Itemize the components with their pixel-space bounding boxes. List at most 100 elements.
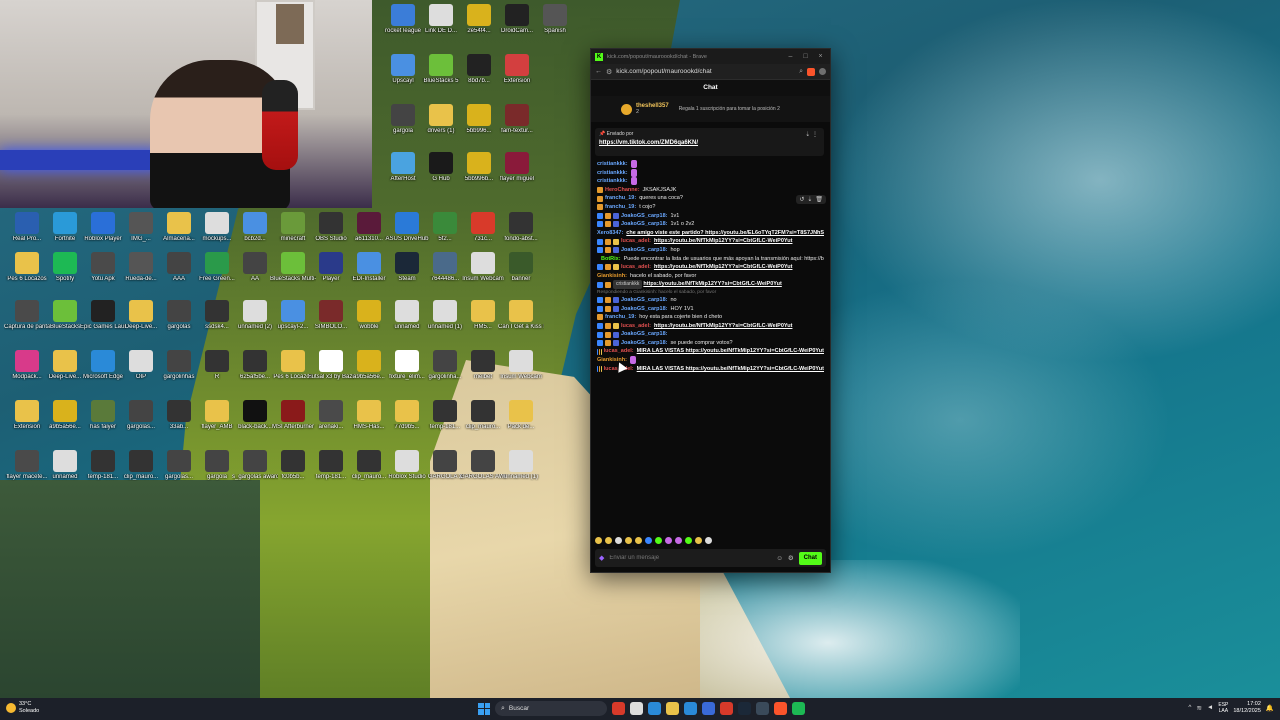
quick-emote-icon[interactable]: [665, 537, 672, 544]
reply-icon[interactable]: ↺: [799, 196, 804, 203]
top-gifter-name[interactable]: theshell357: [636, 103, 669, 109]
chat-message[interactable]: Xero8347: che amigo viste este partido? h…: [597, 229, 824, 238]
close-icon[interactable]: ×: [815, 53, 826, 60]
chat-username[interactable]: lucas_adel:: [604, 347, 634, 356]
window-titlebar[interactable]: K kick.com/popout/mauroookd/chat - Brave…: [591, 49, 830, 64]
clock[interactable]: 17:02 18/12/2025: [1233, 701, 1261, 714]
chat-username[interactable]: cristiankkk:: [597, 160, 628, 169]
pinned-link[interactable]: https://vm.tiktok.com/ZMD6qa6KN/: [599, 140, 820, 146]
system-tray[interactable]: ^ ≋ ◄ ESP LAA 17:02 18/12/2025 🔔: [1188, 701, 1274, 714]
maximize-icon[interactable]: □: [800, 53, 811, 60]
chat-message-link[interactable]: che amigo viste este partido? https://yo…: [626, 229, 824, 238]
language-indicator[interactable]: ESP LAA: [1218, 702, 1228, 714]
chat-username[interactable]: cristiankkk:: [597, 169, 628, 178]
gift-prompt[interactable]: Regala 1 suscripción para tomar la posic…: [679, 106, 780, 112]
desktop-icon[interactable]: Spanish: [532, 4, 578, 35]
chat-username[interactable]: franchu_19:: [605, 313, 636, 322]
chat-message-link[interactable]: https://youtu.be/NfTkMip12YY?si=CbtGfLC-…: [643, 280, 781, 289]
chat-username[interactable]: Xero8347:: [597, 229, 623, 238]
chat-message[interactable]: JoakoGS_carp18: hop: [597, 246, 824, 255]
pin-controls[interactable]: ⇣ ⋮: [805, 131, 818, 138]
chat-message[interactable]: JoakoGS_carp18: 1v1: [597, 212, 824, 221]
taskbar-center[interactable]: ⌕ Buscar: [478, 701, 805, 716]
desktop-icon[interactable]: Pack de...: [498, 400, 544, 431]
chat-message[interactable]: JoakoGS_carp18: no: [597, 296, 824, 305]
chat-username[interactable]: franchu_19:: [605, 203, 636, 212]
emote-picker-icon[interactable]: ◆: [599, 554, 604, 562]
chat-message[interactable]: cristiankkk https://youtu.be/NfTkMip12YY?…: [597, 280, 824, 289]
chat-message[interactable]: franchu_19: hoy esta para cojerte bien d …: [597, 313, 824, 322]
quick-emote-icon[interactable]: [695, 537, 702, 544]
chat-message[interactable]: lucas_adel: https://youtu.be/NfTkMip12YY?…: [597, 322, 824, 331]
chat-username[interactable]: franchu_19:: [605, 194, 636, 203]
windows-start-icon[interactable]: [478, 702, 490, 715]
chat-message[interactable]: JoakoGS_carp18:: [597, 330, 824, 339]
desktop-icon[interactable]: banner: [498, 252, 544, 283]
chat-username[interactable]: JoakoGS_carp18:: [621, 305, 667, 314]
quick-emote-icon[interactable]: [705, 537, 712, 544]
taskbar-app-icon[interactable]: [756, 702, 769, 715]
emote-quickbar[interactable]: [595, 537, 712, 544]
chat-username[interactable]: lucas_adel:: [621, 263, 651, 272]
desktop-icon[interactable]: fondo-abst...: [498, 212, 544, 243]
quick-emote-icon[interactable]: [635, 537, 642, 544]
chat-username[interactable]: HeroChanne:: [605, 186, 640, 195]
pin-message-icon[interactable]: ⇣: [807, 196, 812, 203]
taskbar-app-icon[interactable]: [648, 702, 661, 715]
chat-message[interactable]: cristiankkk:: [597, 160, 824, 169]
extension-icon[interactable]: [819, 68, 826, 75]
desktop-icon[interactable]: Can I Get a Kiss Mauroo: [498, 300, 544, 331]
chat-message[interactable]: lucas_adel: MIRA LAS VISTAS https://youtu…: [597, 365, 824, 374]
back-arrow-icon[interactable]: ←: [595, 68, 602, 75]
unpin-icon[interactable]: ⇣: [805, 132, 810, 138]
url-text[interactable]: kick.com/popout/mauroookd/chat: [616, 68, 795, 75]
desktop-icon[interactable]: Insum Webcam: [498, 350, 544, 381]
quick-emote-icon[interactable]: [645, 537, 652, 544]
send-chat-button[interactable]: Chat: [798, 551, 822, 565]
chat-input-row[interactable]: ◆ ☺ ⚙ Chat: [595, 549, 826, 567]
chat-messages[interactable]: cristiankkk: cristiankkk: cristiankkk: Hero…: [591, 156, 830, 373]
notifications-icon[interactable]: 🔔: [1266, 704, 1274, 712]
desktop-icon[interactable]: Extension: [494, 54, 540, 85]
chat-message[interactable]: HeroChanne: JKSAKJSAJK: [597, 186, 824, 195]
quick-emote-icon[interactable]: [675, 537, 682, 544]
delete-icon[interactable]: 🗑: [815, 196, 823, 203]
chat-username[interactable]: JoakoGS_carp18:: [621, 339, 667, 348]
desktop-icon[interactable]: flayer miguel: [494, 152, 540, 183]
chat-message-link[interactable]: MIRA LAS VISTAS https://youtu.be/NfTkMip…: [637, 347, 824, 356]
weather-widget[interactable]: 33°C Soleado: [6, 701, 39, 714]
quick-emote-icon[interactable]: [605, 537, 612, 544]
taskbar-app-icon[interactable]: [774, 702, 787, 715]
quick-emote-icon[interactable]: [655, 537, 662, 544]
chat-message-link[interactable]: https://youtu.be/NfTkMip12YY?si=CbtGfLC-…: [654, 237, 792, 246]
chat-username[interactable]: cristiankkk:: [597, 177, 628, 186]
quick-emote-icon[interactable]: [625, 537, 632, 544]
taskbar-app-icon[interactable]: [684, 702, 697, 715]
brave-lion-icon[interactable]: [807, 67, 815, 76]
chat-message-input[interactable]: [609, 555, 772, 561]
taskbar-app-icon[interactable]: [630, 702, 643, 715]
emoji-icon[interactable]: ☺: [776, 555, 783, 562]
chat-username[interactable]: JoakoGS_carp18:: [621, 246, 667, 255]
taskbar-search[interactable]: ⌕ Buscar: [495, 701, 607, 716]
chat-username[interactable]: JoakoGS_carp18:: [621, 296, 667, 305]
minimize-icon[interactable]: –: [785, 53, 796, 60]
chat-username[interactable]: JoakoGS_carp18:: [621, 330, 667, 339]
chat-message[interactable]: franchu_19: queres una coca?: [597, 194, 824, 203]
site-info-icon[interactable]: ⚙: [606, 68, 612, 76]
chat-message[interactable]: cristiankkk:: [597, 168, 824, 178]
taskbar-app-icon[interactable]: [612, 702, 625, 715]
chat-username[interactable]: lucas_adel:: [621, 322, 651, 331]
tray-overflow-icon[interactable]: ^: [1188, 704, 1191, 711]
chat-message[interactable]: JoakoGS_carp18: HOY 1V1: [597, 305, 824, 314]
wifi-icon[interactable]: ≋: [1196, 704, 1201, 712]
settings-icon[interactable]: ⚙: [788, 554, 794, 562]
pinned-message[interactable]: 📌 Enviado por https://vm.tiktok.com/ZMD6…: [595, 128, 824, 156]
chat-message-link[interactable]: https://youtu.be/NfTkMip12YY?si=CbtGfLC-…: [654, 322, 792, 331]
chat-message[interactable]: franchu_19: t cojo?: [597, 203, 824, 212]
chat-message-link[interactable]: https://youtu.be/NfTkMip12YY?si=CbtGfLC-…: [654, 263, 792, 272]
volume-icon[interactable]: ◄: [1207, 704, 1213, 711]
desktop-icon[interactable]: unnamed (1): [498, 450, 544, 481]
more-icon[interactable]: ⋮: [812, 132, 818, 138]
chat-message[interactable]: cristiankkk:: [597, 177, 824, 186]
